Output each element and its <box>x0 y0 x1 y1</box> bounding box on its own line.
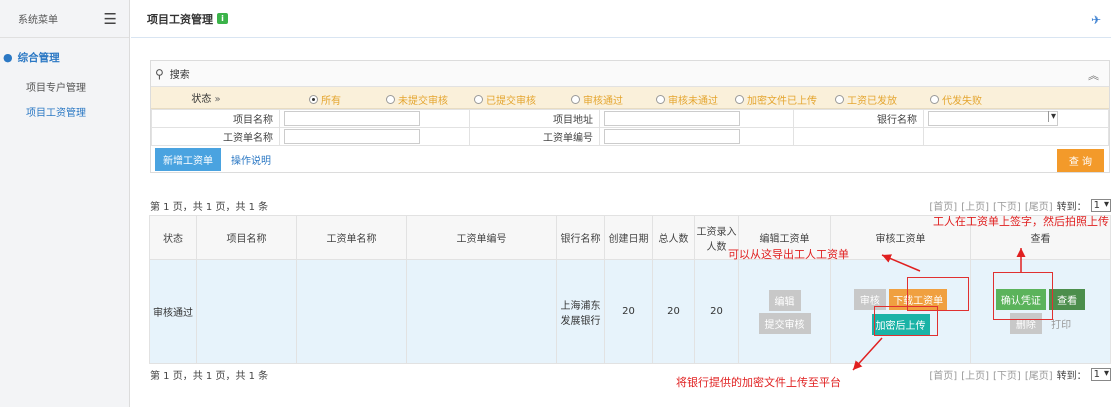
search-form: 项目名称 项目地址 银行名称 工资单名称 工资单编号 <box>151 109 1109 146</box>
status-radio-all[interactable]: 所有 <box>309 92 341 107</box>
col-date: 创建日期 <box>604 215 653 260</box>
payroll-no-label: 工资单编号 <box>469 127 600 146</box>
pager-page-select[interactable]: 1 <box>1090 198 1111 212</box>
status-radio-submitted[interactable]: 已提交审核 <box>474 92 536 107</box>
pager-first-bottom[interactable]: [首页] <box>929 367 957 382</box>
pager-prev-bottom[interactable]: [上页] <box>961 367 989 382</box>
status-radio-paid[interactable]: 工资已发放 <box>835 92 897 107</box>
project-name-input[interactable] <box>284 111 420 126</box>
status-radio-approved[interactable]: 审核通过 <box>571 92 623 107</box>
row-status: 审核通过 <box>149 259 197 364</box>
sidebar: 系统菜单 ☰ ● 综合管理 项目专户管理 项目工资管理 <box>0 0 130 407</box>
sidebar-title: 系统菜单 <box>18 15 58 26</box>
search-label: 搜索 <box>169 70 190 81</box>
pager-bottom: 第 1 页，共 1 页，共 1 条 [首页] [上页] [下页] [尾页] 转到… <box>149 364 1111 384</box>
table-row: 审核通过 上海浦东发展银行 20 20 20 编辑 提交审核 审核 下载工资单 … <box>149 259 1111 364</box>
sidebar-group-label: 综合管理 <box>17 52 60 64</box>
col-bank: 银行名称 <box>556 215 605 260</box>
status-radio-encrypted-uploaded[interactable]: 加密文件已上传 <box>735 92 817 107</box>
sidebar-item-project-account[interactable]: 项目专户管理 <box>0 65 129 94</box>
sidebar-header: 系统菜单 ☰ <box>0 0 129 38</box>
project-address-input[interactable] <box>604 111 740 126</box>
annotation-export: 可以从这导出工人工资单 <box>728 248 849 261</box>
row-edit-cell: 编辑 提交审核 <box>738 259 831 364</box>
pager-page-select-bottom[interactable]: 1 <box>1090 367 1111 381</box>
payroll-no-input[interactable] <box>604 129 740 144</box>
pager-prev[interactable]: [上页] <box>961 198 989 213</box>
help-link[interactable]: 操作说明 <box>231 152 271 167</box>
edit-button[interactable]: 编辑 <box>768 289 801 311</box>
pager-goto-label-bottom: 转到： <box>1056 370 1087 382</box>
search-icon: ⚲ <box>155 66 164 81</box>
pager-last-bottom[interactable]: [尾页] <box>1025 367 1053 382</box>
query-button[interactable]: 查 询 <box>1056 149 1104 172</box>
row-bank: 上海浦东发展银行 <box>556 259 605 364</box>
pager-summary: 第 1 页，共 1 页，共 1 条 <box>150 201 269 213</box>
payroll-name-input[interactable] <box>284 129 420 144</box>
sidebar-group-general[interactable]: ● 综合管理 <box>0 38 129 65</box>
project-address-label: 项目地址 <box>469 109 600 128</box>
row-project-name-redacted <box>196 259 297 364</box>
pin-icon[interactable]: ✈ <box>1091 13 1101 27</box>
pager-first[interactable]: [首页] <box>929 198 957 213</box>
print-link[interactable]: 打印 <box>1051 320 1071 331</box>
action-row: 新增工资单 操作说明 查 询 <box>151 146 1109 172</box>
col-payroll-name: 工资单名称 <box>296 215 407 260</box>
collapse-icon[interactable]: ︽ <box>1088 67 1099 83</box>
pager-last[interactable]: [尾页] <box>1025 198 1053 213</box>
page-header: 项目工资管理 i <box>131 0 1111 38</box>
annotation-upload: 将银行提供的加密文件上传至平台 <box>676 376 841 389</box>
search-panel: ⚲ 搜索 ︽ 状态 » 所有 未提交审核 已提交审核 审核通过 审核未通过 加密… <box>150 60 1110 173</box>
pager-next-bottom[interactable]: [下页] <box>993 367 1021 382</box>
status-filter: 状态 » 所有 未提交审核 已提交审核 审核通过 审核未通过 加密文件已上传 工… <box>151 87 1109 109</box>
pager-next[interactable]: [下页] <box>993 198 1021 213</box>
annotation-sign: 工人在工资单上签字，然后拍照上传 <box>933 215 1109 228</box>
new-payroll-button[interactable]: 新增工资单 <box>155 147 221 171</box>
bank-name-label: 银行名称 <box>793 109 924 128</box>
annotation-box-upload <box>874 306 938 336</box>
search-header[interactable]: ⚲ 搜索 ︽ <box>151 61 1109 87</box>
info-icon: i <box>217 13 228 24</box>
bank-name-select[interactable] <box>928 111 1058 126</box>
annotation-box-confirm <box>993 272 1053 320</box>
view-button[interactable]: 查看 <box>1049 289 1086 310</box>
payroll-name-label: 工资单名称 <box>151 127 280 146</box>
status-radio-failed[interactable]: 代发失败 <box>930 92 982 107</box>
pager-top: 第 1 页，共 1 页，共 1 条 [首页] [上页] [下页] [尾页] 转到… <box>149 195 1111 215</box>
row-payroll-no-redacted <box>406 259 557 364</box>
status-radio-rejected[interactable]: 审核未通过 <box>656 92 718 107</box>
menu-toggle-icon[interactable]: ☰ <box>104 10 117 28</box>
pin-icon: ● <box>3 51 13 64</box>
status-label: 状态 » <box>191 94 221 105</box>
pager-summary-bottom: 第 1 页，共 1 页，共 1 条 <box>150 370 269 382</box>
sidebar-item-project-payroll[interactable]: 项目工资管理 <box>0 94 129 119</box>
row-payroll-name-redacted <box>296 259 407 364</box>
col-total: 总人数 <box>652 215 695 260</box>
row-date: 20 <box>604 259 653 364</box>
col-project-name: 项目名称 <box>196 215 297 260</box>
project-name-label: 项目名称 <box>151 109 280 128</box>
row-entered: 20 <box>694 259 739 364</box>
pager-goto-label: 转到： <box>1056 201 1087 213</box>
submit-audit-button[interactable]: 提交审核 <box>758 312 811 334</box>
status-radio-not-submitted[interactable]: 未提交审核 <box>386 92 448 107</box>
col-status: 状态 <box>149 215 197 260</box>
col-payroll-no: 工资单编号 <box>406 215 557 260</box>
page-title: 项目工资管理 <box>147 12 213 26</box>
row-total: 20 <box>652 259 695 364</box>
